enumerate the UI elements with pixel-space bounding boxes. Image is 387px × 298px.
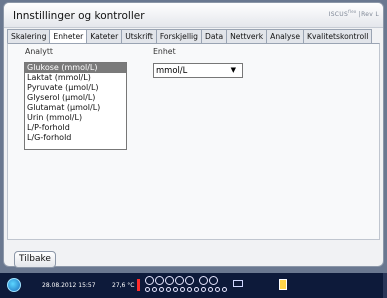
back-button[interactable]: Tilbake	[14, 251, 56, 268]
dropdown-arrow-icon[interactable]: ▼	[231, 64, 236, 77]
device-icon[interactable]	[233, 280, 243, 287]
analyte-item[interactable]: Laktat (mmol/L)	[25, 73, 126, 83]
analytt-label: Analytt	[25, 47, 53, 56]
analyte-item[interactable]: Glyserol (µmol/L)	[25, 93, 126, 103]
warning-icon	[137, 279, 140, 291]
battery-icon	[279, 279, 287, 290]
enhet-label: Enhet	[153, 47, 176, 56]
tab-kvalitetskontroll[interactable]: Kvalitetskontroll	[304, 29, 373, 44]
analyte-item[interactable]: Glutamat (µmol/L)	[25, 103, 126, 113]
tab-bar: Skalering Enheter Kateter Utskrift Forsk…	[7, 29, 373, 44]
unit-select[interactable]: mmol/L ▼	[153, 63, 243, 78]
analyte-item[interactable]: Urin (mmol/L)	[25, 113, 126, 123]
tab-enheter[interactable]: Enheter	[50, 29, 88, 44]
analyte-listbox[interactable]: Glukose (mmol/L) Laktat (mmol/L) Pyruvat…	[24, 62, 127, 150]
title-bar: Innstillinger og kontroller ISCUSflex |R…	[4, 3, 383, 28]
tab-skalering[interactable]: Skalering	[7, 29, 51, 44]
status-datetime: 28.08.2012 15:57	[42, 282, 96, 289]
sample-slots-small-icon	[145, 287, 227, 292]
analyte-item[interactable]: Glukose (mmol/L)	[25, 63, 126, 73]
unit-select-value: mmol/L	[156, 65, 188, 75]
status-temperature: 27,6 °C	[112, 282, 135, 289]
screen-edge	[383, 273, 387, 298]
brand-label: ISCUSflex |Rev L	[328, 9, 379, 18]
window-title: Innstillinger og kontroller	[13, 10, 145, 22]
tab-nettverk[interactable]: Nettverk	[227, 29, 268, 44]
app-logo-icon[interactable]	[7, 278, 21, 292]
tab-kateter[interactable]: Kateter	[87, 29, 123, 44]
tab-data[interactable]: Data	[201, 29, 228, 44]
tab-utskrift[interactable]: Utskrift	[122, 29, 157, 44]
analyte-item[interactable]: Pyruvate (µmol/L)	[25, 83, 126, 93]
tab-forskjellig[interactable]: Forskjellig	[156, 29, 202, 44]
status-bar: 28.08.2012 15:57 27,6 °C	[0, 273, 387, 298]
tab-analyse[interactable]: Analyse	[267, 29, 305, 44]
sample-slots-icon[interactable]	[145, 276, 218, 285]
analyte-item[interactable]: L/G-forhold	[25, 133, 126, 143]
analyte-item[interactable]: L/P-forhold	[25, 123, 126, 133]
